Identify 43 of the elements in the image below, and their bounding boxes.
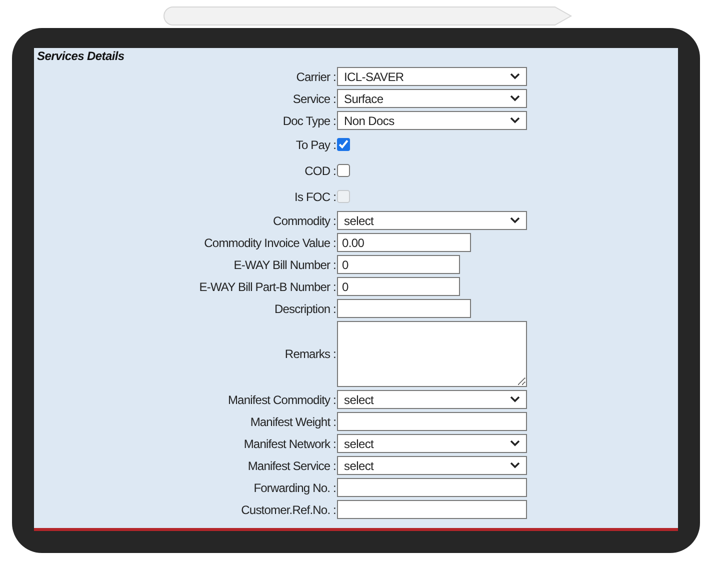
- field-label: Manifest Weight :: [250, 414, 337, 428]
- input-field[interactable]: 0.00: [337, 233, 471, 252]
- field-label: Doc Type :: [282, 114, 337, 128]
- select-field[interactable]: Surface: [337, 89, 527, 108]
- input-field[interactable]: 0: [337, 277, 460, 296]
- input-field[interactable]: [337, 299, 471, 318]
- input-field[interactable]: 0: [337, 255, 460, 274]
- field-label: Remarks :: [284, 347, 337, 361]
- chevron-down-icon: [510, 117, 520, 124]
- field-label: Manifest Network :: [244, 436, 337, 450]
- field-label: Commodity Invoice Value :: [204, 236, 337, 250]
- field-label: Is FOC :: [294, 190, 337, 204]
- remarks-field[interactable]: [337, 321, 527, 387]
- field-label: E-WAY Bill Number :: [234, 258, 337, 272]
- select-field[interactable]: select: [337, 456, 527, 475]
- field-label: Service :: [292, 92, 337, 106]
- select-field[interactable]: Non Docs: [337, 111, 527, 130]
- chevron-down-icon: [510, 462, 520, 469]
- chevron-down-icon: [510, 396, 520, 403]
- checkbox[interactable]: [337, 138, 350, 151]
- field-label: Manifest Service :: [248, 458, 337, 472]
- chevron-down-icon: [510, 217, 520, 224]
- section-title: Services Details: [37, 48, 126, 65]
- chevron-down-icon: [510, 73, 520, 80]
- select-field[interactable]: select: [337, 434, 527, 453]
- field-label: Forwarding No. :: [254, 480, 337, 494]
- field-label: To Pay :: [296, 138, 337, 152]
- select-field[interactable]: select: [337, 390, 527, 409]
- chevron-down-icon: [510, 440, 520, 447]
- select-field[interactable]: select: [337, 211, 527, 230]
- input-field[interactable]: [337, 478, 527, 497]
- field-label: Customer.Ref.No. :: [241, 502, 337, 516]
- input-field[interactable]: [337, 500, 527, 519]
- chevron-down-icon: [510, 95, 520, 102]
- field-label: E-WAY Bill Part-B Number :: [199, 280, 337, 294]
- checkbox[interactable]: [337, 164, 350, 177]
- field-label: Description :: [274, 302, 337, 316]
- field-label: Carrier :: [296, 70, 337, 84]
- field-label: Manifest Commodity :: [228, 392, 337, 406]
- field-label: Commodity :: [273, 214, 337, 228]
- field-label: COD :: [304, 164, 337, 178]
- select-field[interactable]: ICL-SAVER: [337, 67, 527, 86]
- input-field[interactable]: [337, 412, 527, 431]
